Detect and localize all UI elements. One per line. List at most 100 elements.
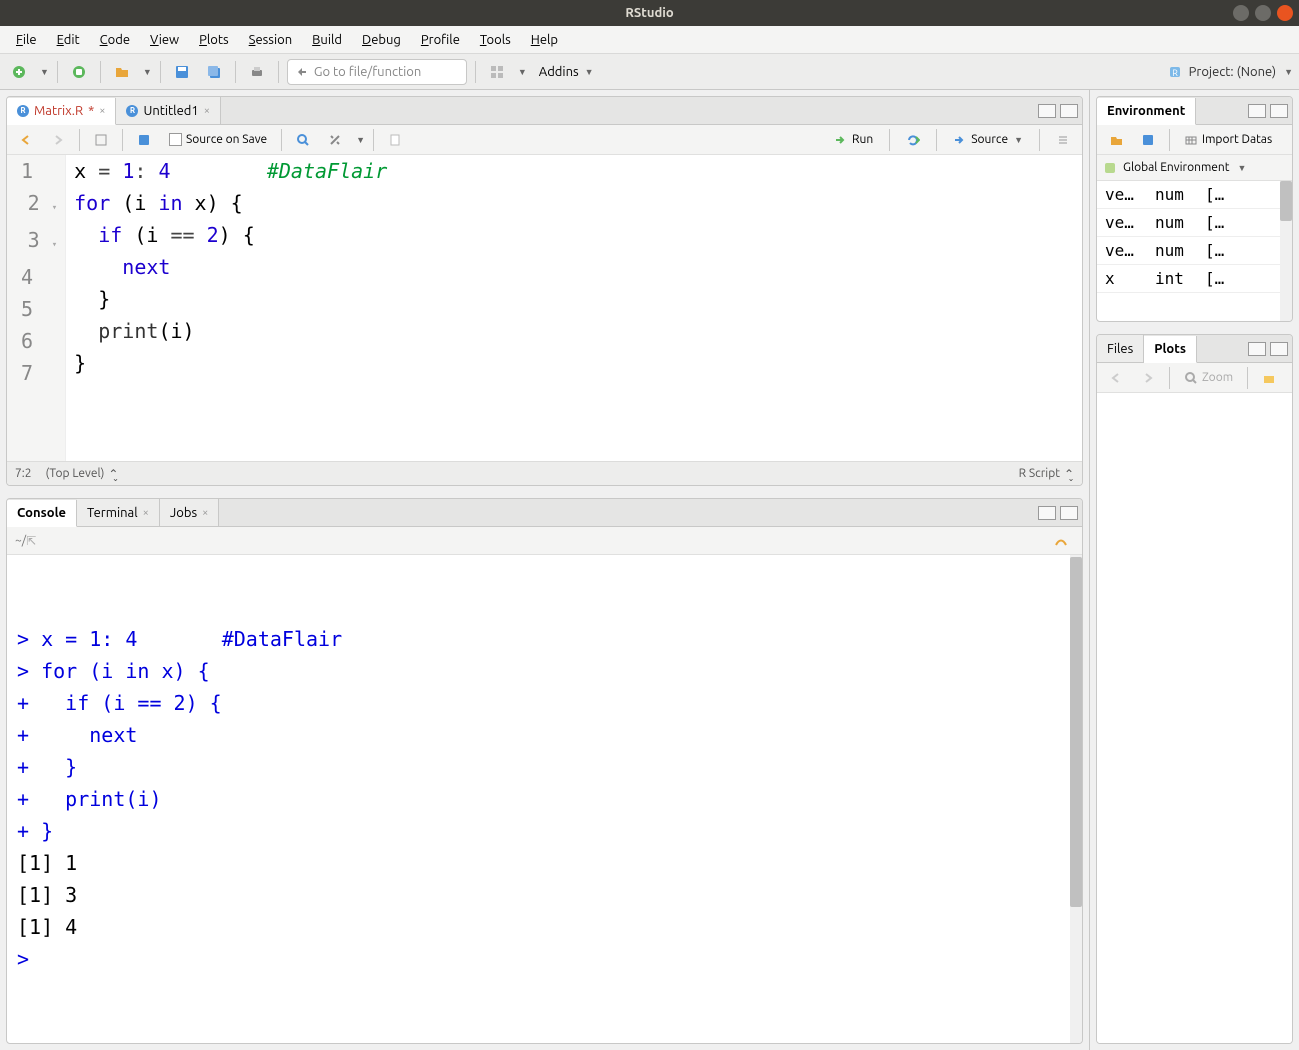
source-tab-untitled[interactable]: R Untitled1 × (116, 97, 220, 124)
grid-view-button[interactable] (484, 59, 510, 85)
code-line[interactable]: } (74, 283, 387, 315)
source-button[interactable]: Source ▼ (947, 131, 1029, 149)
code-line[interactable]: if (i == 2) { (74, 219, 387, 251)
gutter-line[interactable]: 6 (21, 325, 57, 357)
save-file-button[interactable] (131, 127, 157, 153)
menu-session[interactable]: Session (241, 30, 300, 50)
tab-console[interactable]: Console (7, 500, 77, 527)
print-button[interactable] (244, 59, 270, 85)
compile-report-button[interactable] (382, 127, 408, 153)
minimize-pane-button[interactable] (1248, 342, 1266, 356)
back-button[interactable] (13, 127, 39, 153)
menu-edit[interactable]: Edit (49, 30, 88, 50)
code-line[interactable]: } (74, 347, 387, 379)
code-editor[interactable]: 1 2 ▾3 ▾4 5 6 7 x = 1: 4 #DataFlairfor (… (7, 155, 1082, 461)
maximize-pane-button[interactable] (1270, 342, 1288, 356)
run-button[interactable]: Run (828, 131, 879, 149)
gutter-line[interactable]: 3 ▾ (21, 224, 57, 261)
console-cwd-popout-icon[interactable]: ⇱ (26, 534, 36, 548)
maximize-pane-button[interactable] (1060, 506, 1078, 520)
zoom-button[interactable]: Zoom (1178, 369, 1239, 387)
env-row[interactable]: ve…num[… (1097, 181, 1292, 209)
maximize-pane-button[interactable] (1060, 104, 1078, 118)
menu-code[interactable]: Code (92, 30, 138, 50)
gutter-line[interactable]: 7 (21, 357, 57, 389)
close-tab-icon[interactable]: × (204, 105, 210, 117)
panes-dropdown[interactable]: ▼ (518, 67, 527, 77)
gutter-line[interactable]: 2 ▾ (21, 187, 57, 224)
export-plot-button[interactable] (1256, 365, 1282, 391)
gutter-line[interactable]: 4 (21, 261, 57, 293)
show-in-new-window-button[interactable] (88, 127, 114, 153)
file-type-selector[interactable]: R Script ⌃̬ (1019, 467, 1074, 481)
import-dataset-button[interactable]: Import Datas (1178, 131, 1278, 149)
new-file-dropdown[interactable]: ▼ (40, 67, 49, 77)
rerun-button[interactable] (900, 127, 926, 153)
menu-view[interactable]: View (142, 30, 187, 50)
menu-file[interactable]: File (8, 30, 45, 50)
save-button[interactable] (169, 59, 195, 85)
new-project-button[interactable] (66, 59, 92, 85)
window-maximize-button[interactable] (1255, 5, 1271, 21)
source-tab-matrix[interactable]: R Matrix.R* × (7, 98, 116, 125)
scope-selector[interactable]: (Top Level) ⌃̬ (46, 467, 119, 481)
forward-button[interactable] (45, 127, 71, 153)
env-row[interactable]: xint[… (1097, 265, 1292, 293)
minimize-pane-button[interactable] (1038, 506, 1056, 520)
window-close-button[interactable] (1277, 5, 1293, 21)
code-tools-button[interactable] (322, 127, 348, 153)
code-line[interactable]: for (i in x) { (74, 187, 387, 219)
previous-plot-button[interactable] (1103, 365, 1129, 391)
goto-file-function-input[interactable]: Go to file/function (287, 59, 467, 85)
close-tab-icon[interactable]: × (99, 105, 105, 117)
scope-dropdown[interactable]: ▼ (1238, 163, 1247, 173)
menu-build[interactable]: Build (304, 30, 350, 50)
new-file-button[interactable] (6, 59, 32, 85)
menu-profile[interactable]: Profile (413, 30, 468, 50)
console-output[interactable]: > x = 1: 4 #DataFlair> for (i in x) {+ i… (7, 555, 1082, 1043)
outline-button[interactable] (1050, 127, 1076, 153)
menu-help[interactable]: Help (523, 30, 566, 50)
env-row[interactable]: ve…num[… (1097, 209, 1292, 237)
minimize-pane-button[interactable] (1038, 104, 1056, 118)
menu-tools[interactable]: Tools (472, 30, 519, 50)
code-line[interactable]: print(i) (74, 315, 387, 347)
addins-menu[interactable]: Addins ▼ (533, 65, 600, 79)
clear-console-button[interactable] (1048, 528, 1074, 554)
tab-label: Terminal (87, 506, 138, 520)
gutter-line[interactable]: 1 (21, 155, 57, 187)
env-scrollbar[interactable] (1280, 181, 1292, 321)
tab-label: Jobs (170, 506, 197, 520)
load-workspace-button[interactable] (1103, 127, 1129, 153)
tab-plots[interactable]: Plots (1144, 336, 1197, 363)
save-all-button[interactable] (201, 59, 227, 85)
close-tab-icon[interactable]: × (202, 507, 208, 519)
maximize-pane-button[interactable] (1270, 104, 1288, 118)
env-row[interactable]: ve…num[… (1097, 237, 1292, 265)
find-replace-button[interactable] (290, 127, 316, 153)
code-line[interactable]: next (74, 251, 387, 283)
tab-files[interactable]: Files (1097, 335, 1144, 362)
menu-plots[interactable]: Plots (191, 30, 237, 50)
open-file-button[interactable] (109, 59, 135, 85)
tab-terminal[interactable]: Terminal × (77, 499, 160, 526)
close-tab-icon[interactable]: × (143, 507, 149, 519)
save-workspace-button[interactable] (1135, 127, 1161, 153)
source-panel: R Matrix.R* × R Untitled1 × (6, 96, 1083, 486)
minimize-pane-button[interactable] (1248, 104, 1266, 118)
source-on-save-checkbox[interactable]: Source on Save (163, 131, 273, 148)
gutter-line[interactable]: 5 (21, 293, 57, 325)
menu-debug[interactable]: Debug (354, 30, 409, 50)
tab-jobs[interactable]: Jobs × (160, 499, 219, 526)
console-toolbar: ~/ ⇱ (7, 527, 1082, 555)
project-menu[interactable]: R Project: (None) ▼ (1167, 64, 1293, 80)
console-scrollbar[interactable] (1070, 555, 1082, 1043)
open-recent-dropdown[interactable]: ▼ (143, 67, 152, 77)
code-line[interactable]: x = 1: 4 #DataFlair (74, 155, 387, 187)
next-plot-button[interactable] (1135, 365, 1161, 391)
environment-scope-label[interactable]: Global Environment (1123, 161, 1230, 174)
window-minimize-button[interactable] (1233, 5, 1249, 21)
zoom-label: Zoom (1202, 371, 1233, 384)
plots-panel: Files Plots Zoom (1096, 334, 1293, 1044)
tab-environment[interactable]: Environment (1097, 98, 1196, 125)
